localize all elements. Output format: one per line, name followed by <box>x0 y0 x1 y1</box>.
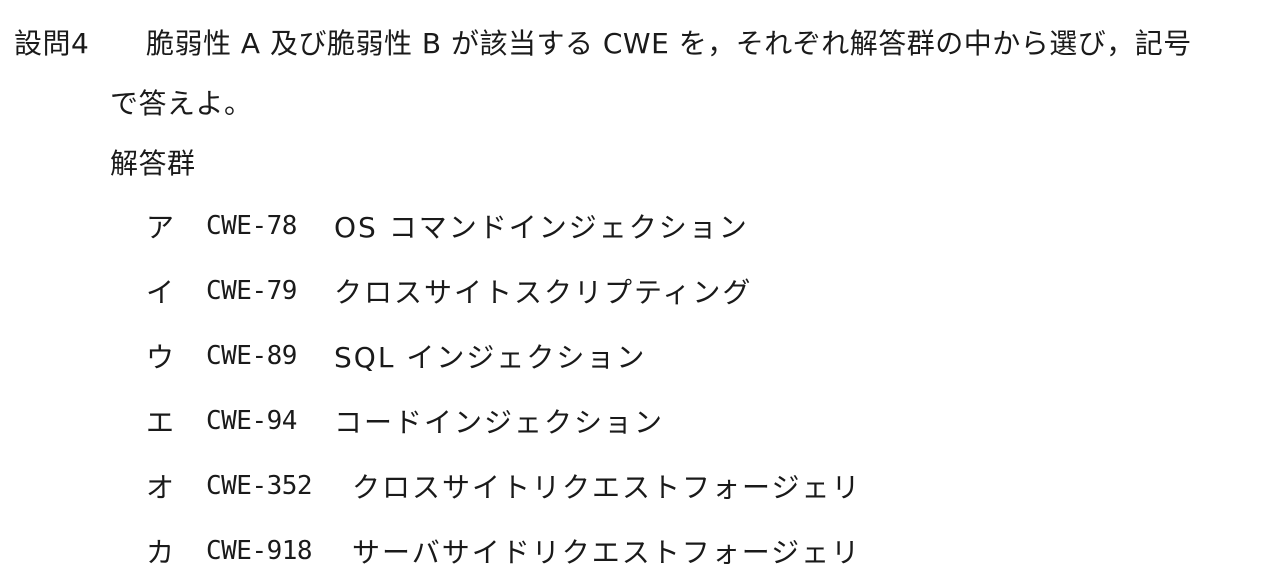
choice-symbol: ア <box>146 211 175 244</box>
question-text: 脆弱性 A 及び脆弱性 B が該当する CWE を，それぞれ解答群の中から選び，… <box>146 27 1192 60</box>
answer-choice: ア CWE-78 OS コマンドインジェクション <box>146 206 861 246</box>
choice-cwe-code: CWE-352 <box>206 471 313 501</box>
choice-symbol: エ <box>146 406 175 439</box>
exam-page: 設問4 脆弱性 A 及び脆弱性 B が該当する CWE を，それぞれ解答群の中か… <box>0 0 1272 570</box>
answer-choice: イ CWE-79 クロスサイトスクリプティング <box>146 271 861 311</box>
choice-symbol: カ <box>146 536 175 569</box>
choice-cwe-code: CWE-94 <box>206 406 297 436</box>
answer-choice: ウ CWE-89 SQL インジェクション <box>146 336 861 376</box>
answer-choice: エ CWE-94 コードインジェクション <box>146 401 861 441</box>
choice-cwe-name: OS コマンドインジェクション <box>334 211 749 244</box>
choice-cwe-code: CWE-79 <box>206 276 297 306</box>
answer-group-title: 解答群 <box>110 147 196 180</box>
choice-symbol: オ <box>146 471 175 504</box>
question-text-continued: で答えよ。 <box>110 87 253 120</box>
choice-cwe-name: コードインジェクション <box>334 406 665 439</box>
answer-choice: カ CWE-918 サーバサイドリクエストフォージェリ <box>146 531 861 571</box>
answer-choice: オ CWE-352 クロスサイトリクエストフォージェリ <box>146 466 861 506</box>
question-line: 設問4 脆弱性 A 及び脆弱性 B が該当する CWE を，それぞれ解答群の中か… <box>14 22 1192 62</box>
choice-symbol: ウ <box>146 341 175 374</box>
choice-symbol: イ <box>146 276 175 309</box>
choice-cwe-code: CWE-78 <box>206 211 297 241</box>
answer-choice-list: ア CWE-78 OS コマンドインジェクション イ CWE-79 クロスサイト… <box>146 206 861 571</box>
choice-cwe-name: クロスサイトリクエストフォージェリ <box>352 471 862 504</box>
choice-cwe-code: CWE-918 <box>206 536 313 566</box>
choice-cwe-name: SQL インジェクション <box>334 341 647 374</box>
choice-cwe-name: サーバサイドリクエストフォージェリ <box>352 536 862 569</box>
choice-cwe-name: クロスサイトスクリプティング <box>334 276 753 309</box>
question-number: 設問4 <box>14 27 90 60</box>
choice-cwe-code: CWE-89 <box>206 341 297 371</box>
